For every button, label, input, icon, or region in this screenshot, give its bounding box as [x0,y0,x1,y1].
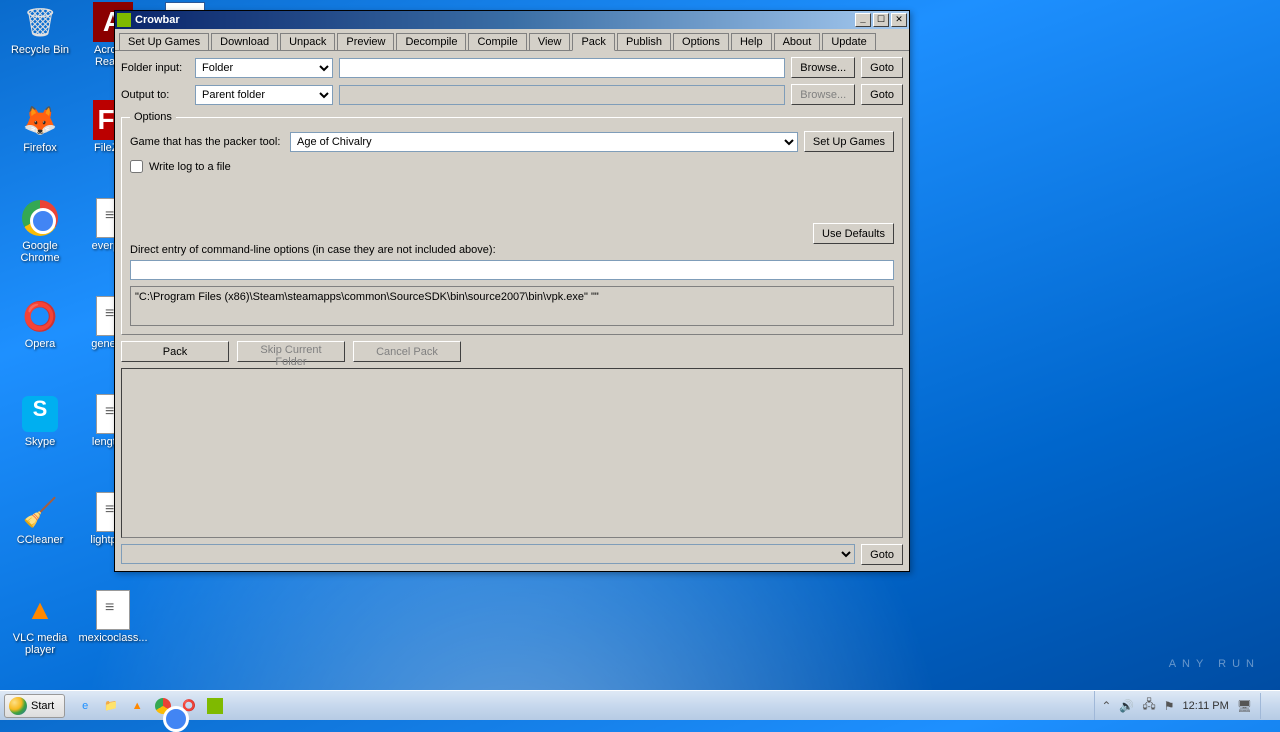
pack-button[interactable]: Pack [121,341,229,362]
tab-help[interactable]: Help [731,33,772,50]
opera-icon: ⭕ [20,296,60,336]
ql-vlc[interactable]: ▲ [125,694,149,718]
cancel-pack-button: Cancel Pack [353,341,461,362]
folder-input-path[interactable] [339,58,785,78]
tab-decompile[interactable]: Decompile [396,33,466,50]
close-button[interactable]: ✕ [891,13,907,27]
desktop-icon-skype[interactable]: SSkype [5,394,75,448]
window-title: Crowbar [135,14,853,26]
vlc-icon: ▲ [20,590,60,630]
tray-expand-icon[interactable]: ⌃ [1101,699,1111,713]
desktop-icon-ccleaner[interactable]: 🧹CCleaner [5,492,75,546]
set-up-games-button[interactable]: Set Up Games [804,131,894,152]
options-legend: Options [130,111,176,123]
show-desktop-button[interactable] [1260,693,1272,719]
bottom-combo[interactable] [121,544,855,564]
game-combo[interactable]: Age of Chivalry [290,132,798,152]
ccleaner-icon: 🧹 [20,492,60,532]
goto-bottom-button[interactable]: Goto [861,544,903,565]
write-log-label[interactable]: Write log to a file [149,161,231,173]
tab-bar: Set Up Games Download Unpack Preview Dec… [115,29,909,51]
goto-output-button[interactable]: Goto [861,84,903,105]
skip-folder-button: Skip Current Folder [237,341,345,362]
tab-pack[interactable]: Pack [572,33,614,51]
desktop-icon-recycle-bin[interactable]: 🗑Recycle Bin [5,2,75,56]
flag-icon[interactable]: ⚑ [1164,699,1175,713]
use-defaults-button[interactable]: Use Defaults [813,223,894,244]
watermark: ANY RUN [1169,658,1260,670]
options-fieldset: Options Game that has the packer tool: A… [121,111,903,335]
cmdline-preview: "C:\Program Files (x86)\Steam\steamapps\… [130,286,894,326]
vlc-icon: ▲ [132,700,143,712]
tab-compile[interactable]: Compile [468,33,526,50]
tab-set-up-games[interactable]: Set Up Games [119,33,209,50]
desktop-icon-vlc[interactable]: ▲VLC media player [5,590,75,656]
tab-options[interactable]: Options [673,33,729,50]
start-button[interactable]: Start [4,694,65,718]
minimize-button[interactable]: _ [855,13,871,27]
tab-unpack[interactable]: Unpack [280,33,335,50]
ql-ie[interactable]: e [73,694,97,718]
tab-about[interactable]: About [774,33,821,50]
volume-icon[interactable]: 🔊 [1119,699,1134,713]
maximize-button[interactable]: ☐ [873,13,889,27]
chrome-icon [155,698,171,714]
titlebar[interactable]: Crowbar _ ☐ ✕ [115,11,909,29]
output-to-label: Output to: [121,89,189,101]
desktop-icon-opera[interactable]: ⭕Opera [5,296,75,350]
game-label: Game that has the packer tool: [130,136,284,148]
skype-icon: S [20,394,60,434]
desktop-icon-chrome[interactable]: Google Chrome [5,198,75,264]
log-output[interactable] [121,368,903,538]
tab-view[interactable]: View [529,33,571,50]
cmdline-label: Direct entry of command-line options (in… [130,244,894,256]
browse-output-button: Browse... [791,84,855,105]
tab-preview[interactable]: Preview [337,33,394,50]
folder-input-label: Folder input: [121,62,189,74]
recycle-bin-icon: 🗑 [20,2,60,42]
tab-update[interactable]: Update [822,33,875,50]
monitor-icon[interactable]: 🖥 [1237,699,1252,713]
output-to-path[interactable] [339,85,785,105]
clock[interactable]: 12:11 PM [1182,700,1228,712]
desktop-icon-mexico[interactable]: mexicoclass... [78,590,148,644]
windows-orb-icon [9,697,27,715]
network-icon[interactable]: 🖧 [1142,695,1155,716]
ql-crowbar[interactable] [203,694,227,718]
taskbar: Start e 📁 ▲ ⭕ ⌃ 🔊 🖧 ⚑ 12:11 PM 🖥 [0,690,1280,720]
app-icon [117,13,131,27]
browse-folder-button[interactable]: Browse... [791,57,855,78]
output-to-combo[interactable]: Parent folder [195,85,333,105]
crowbar-window: Crowbar _ ☐ ✕ Set Up Games Download Unpa… [114,10,910,572]
folder-icon: 📁 [104,699,118,712]
ql-chrome[interactable] [151,694,175,718]
firefox-icon: 🦊 [20,100,60,140]
desktop-icon-firefox[interactable]: 🦊Firefox [5,100,75,154]
folder-input-combo[interactable]: Folder [195,58,333,78]
tab-publish[interactable]: Publish [617,33,671,50]
system-tray: ⌃ 🔊 🖧 ⚑ 12:11 PM 🖥 [1094,691,1280,720]
tab-content: Folder input: Folder Browse... Goto Outp… [115,51,909,571]
cmdline-input[interactable] [130,260,894,280]
ie-icon: e [82,700,88,712]
tab-download[interactable]: Download [211,33,278,50]
quick-launch: e 📁 ▲ ⭕ [73,694,227,718]
goto-folder-button[interactable]: Goto [861,57,903,78]
write-log-checkbox[interactable] [130,160,143,173]
ql-explorer[interactable]: 📁 [99,694,123,718]
text-file-icon [93,590,133,630]
chrome-icon [20,198,60,238]
crowbar-icon [207,698,223,714]
